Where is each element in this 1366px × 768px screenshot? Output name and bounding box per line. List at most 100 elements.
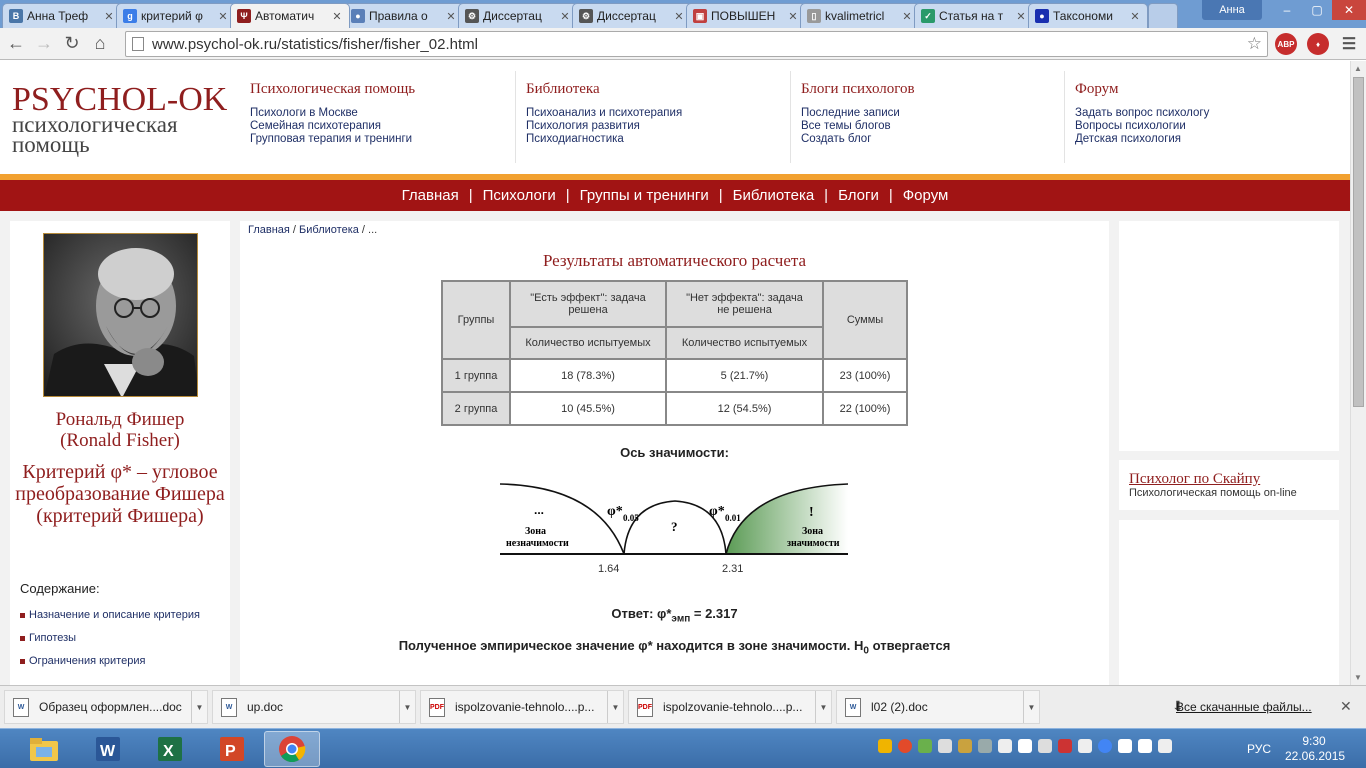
download-item[interactable]: PDF ispolzovanie-tehnolo....p... ▼ [420, 690, 624, 724]
bookmark-star-icon[interactable]: ☆ [1247, 34, 1262, 54]
menu-item[interactable]: Форум [893, 187, 959, 204]
reload-icon[interactable]: ↻ [58, 30, 86, 58]
breadcrumb-library[interactable]: Библиотека [299, 224, 359, 236]
header-column-title[interactable]: Психологическая помощь [250, 81, 510, 98]
tray-cloud-icon[interactable] [1078, 739, 1092, 753]
browser-tab[interactable]: ✓ Статья на т ✕ [914, 3, 1034, 28]
header-column-title[interactable]: Форум [1075, 81, 1334, 98]
new-tab-button[interactable] [1148, 3, 1178, 28]
tray-skype-icon[interactable] [998, 739, 1012, 753]
tray-tool-icon[interactable] [1018, 739, 1032, 753]
tab-close-icon[interactable]: ✕ [901, 10, 913, 23]
tab-close-icon[interactable]: ✕ [445, 10, 457, 23]
header-link[interactable]: Детская психология [1075, 133, 1334, 146]
download-menu-icon[interactable]: ▼ [399, 691, 415, 723]
tray-package-icon[interactable] [958, 739, 972, 753]
menu-item[interactable]: Библиотека [723, 187, 825, 204]
header-link[interactable]: Психологи в Москве [250, 107, 510, 120]
header-column-title[interactable]: Блоги психологов [801, 81, 1060, 98]
tray-flag-icon[interactable] [1038, 739, 1052, 753]
scroll-thumb[interactable] [1353, 77, 1364, 407]
download-menu-icon[interactable]: ▼ [607, 691, 623, 723]
browser-tab[interactable]: ⚙ Диссертац ✕ [458, 3, 578, 28]
tab-close-icon[interactable]: ✕ [673, 10, 685, 23]
download-item[interactable]: PDF ispolzovanie-tehnolo....p... ▼ [628, 690, 832, 724]
home-icon[interactable]: ⌂ [86, 30, 114, 58]
header-column-title[interactable]: Библиотека [526, 81, 785, 98]
browser-tab[interactable]: ⚙ Диссертац ✕ [572, 3, 692, 28]
address-bar[interactable]: www.psychol-ok.ru/statistics/fisher/fish… [125, 31, 1268, 57]
site-logo-subtitle[interactable]: психологическая помощь [12, 113, 232, 156]
chrome-icon[interactable] [264, 731, 320, 767]
tray-bluetooth-icon[interactable] [978, 739, 992, 753]
system-clock[interactable]: 9:30 22.06.2015 [1285, 734, 1345, 764]
header-link[interactable]: Последние записи [801, 107, 1060, 120]
tray-volume-icon[interactable] [938, 739, 952, 753]
menu-icon[interactable]: ☰ [1338, 33, 1360, 55]
menu-item[interactable]: Психологи [473, 187, 566, 204]
toc-item[interactable]: Назначение и описание критерия [20, 609, 225, 622]
tab-close-icon[interactable]: ✕ [103, 10, 115, 23]
header-link[interactable]: Создать блог [801, 133, 1060, 146]
browser-tab[interactable]: В Анна Треф ✕ [2, 3, 122, 28]
tray-speaker-icon[interactable] [1158, 739, 1172, 753]
browser-tab[interactable]: ▯ kvalimetricl ✕ [800, 3, 920, 28]
adblock-icon[interactable]: ABP [1275, 33, 1297, 55]
tab-close-icon[interactable]: ✕ [559, 10, 571, 23]
minimize-button[interactable]: – [1272, 0, 1302, 20]
scroll-down-icon[interactable]: ▼ [1354, 673, 1362, 682]
download-item[interactable]: Wup.doc ▼ [212, 690, 416, 724]
toc-item[interactable]: Гипотезы [20, 632, 225, 645]
header-link[interactable]: Вопросы психологии [1075, 120, 1334, 133]
browser-tab[interactable]: ● Правила о ✕ [344, 3, 464, 28]
tray-chrome-icon[interactable] [1098, 739, 1112, 753]
close-downloads-icon[interactable]: ✕ [1340, 698, 1352, 715]
download-menu-icon[interactable]: ▼ [815, 691, 831, 723]
toc-item[interactable]: Ограничения критерия [20, 655, 225, 668]
profile-button[interactable]: Анна [1202, 0, 1262, 20]
tab-close-icon[interactable]: ✕ [1015, 10, 1027, 23]
browser-tab[interactable]: Ψ Автоматич ✕ [230, 3, 350, 28]
header-link[interactable]: Все темы блогов [801, 120, 1060, 133]
tray-usb-icon[interactable] [1118, 739, 1132, 753]
browser-tab[interactable]: g критерий φ ✕ [116, 3, 236, 28]
browser-tab[interactable]: ● Таксономи ✕ [1028, 3, 1148, 28]
download-menu-icon[interactable]: ▼ [1023, 691, 1039, 723]
tab-close-icon[interactable]: ✕ [1129, 10, 1141, 23]
download-item[interactable]: W Образец оформлен....doc ▼ [4, 690, 208, 724]
all-downloads-link[interactable]: Все скачанные файлы... [1176, 700, 1312, 714]
header-link[interactable]: Психодиагностика [526, 133, 785, 146]
explorer-icon[interactable] [16, 731, 72, 767]
breadcrumb-home[interactable]: Главная [248, 224, 290, 236]
tab-close-icon[interactable]: ✕ [787, 10, 799, 23]
tab-close-icon[interactable]: ✕ [217, 10, 229, 23]
excel-icon[interactable]: X [140, 731, 196, 767]
menu-item[interactable]: Группы и тренинги [570, 187, 719, 204]
tab-close-icon[interactable]: ✕ [331, 10, 343, 23]
download-item[interactable]: Wl02 (2).doc ▼ [836, 690, 1040, 724]
extension-icon[interactable]: ♦ [1307, 33, 1329, 55]
header-link[interactable]: Психоанализ и психотерапия [526, 107, 785, 120]
browser-tab[interactable]: ▣ ПОВЫШЕН ✕ [686, 3, 806, 28]
skype-link[interactable]: Психолог по Скайпу [1129, 471, 1260, 488]
menu-item[interactable]: Главная [392, 187, 469, 204]
scroll-up-icon[interactable]: ▲ [1354, 64, 1362, 73]
tray-antivirus-icon[interactable] [1058, 739, 1072, 753]
header-link[interactable]: Задать вопрос психологу [1075, 107, 1334, 120]
page-scrollbar[interactable]: ▲ ▼ [1350, 61, 1366, 685]
maximize-button[interactable]: ▢ [1302, 0, 1332, 20]
close-button[interactable]: ✕ [1332, 0, 1366, 20]
menu-item[interactable]: Блоги [828, 187, 889, 204]
powerpoint-icon[interactable]: P [202, 731, 258, 767]
back-icon[interactable]: ← [2, 30, 30, 58]
header-link[interactable]: Психология развития [526, 120, 785, 133]
language-indicator[interactable]: РУС [1247, 742, 1271, 756]
forward-icon[interactable]: → [30, 30, 58, 58]
tray-security-icon[interactable] [918, 739, 932, 753]
tray-weather-icon[interactable] [878, 739, 892, 753]
header-link[interactable]: Семейная психотерапия [250, 120, 510, 133]
site-logo[interactable]: PSYCHOL-OK [12, 83, 227, 117]
word-icon[interactable]: W [78, 731, 134, 767]
download-menu-icon[interactable]: ▼ [191, 691, 207, 723]
header-link[interactable]: Групповая терапия и тренинги [250, 133, 510, 146]
